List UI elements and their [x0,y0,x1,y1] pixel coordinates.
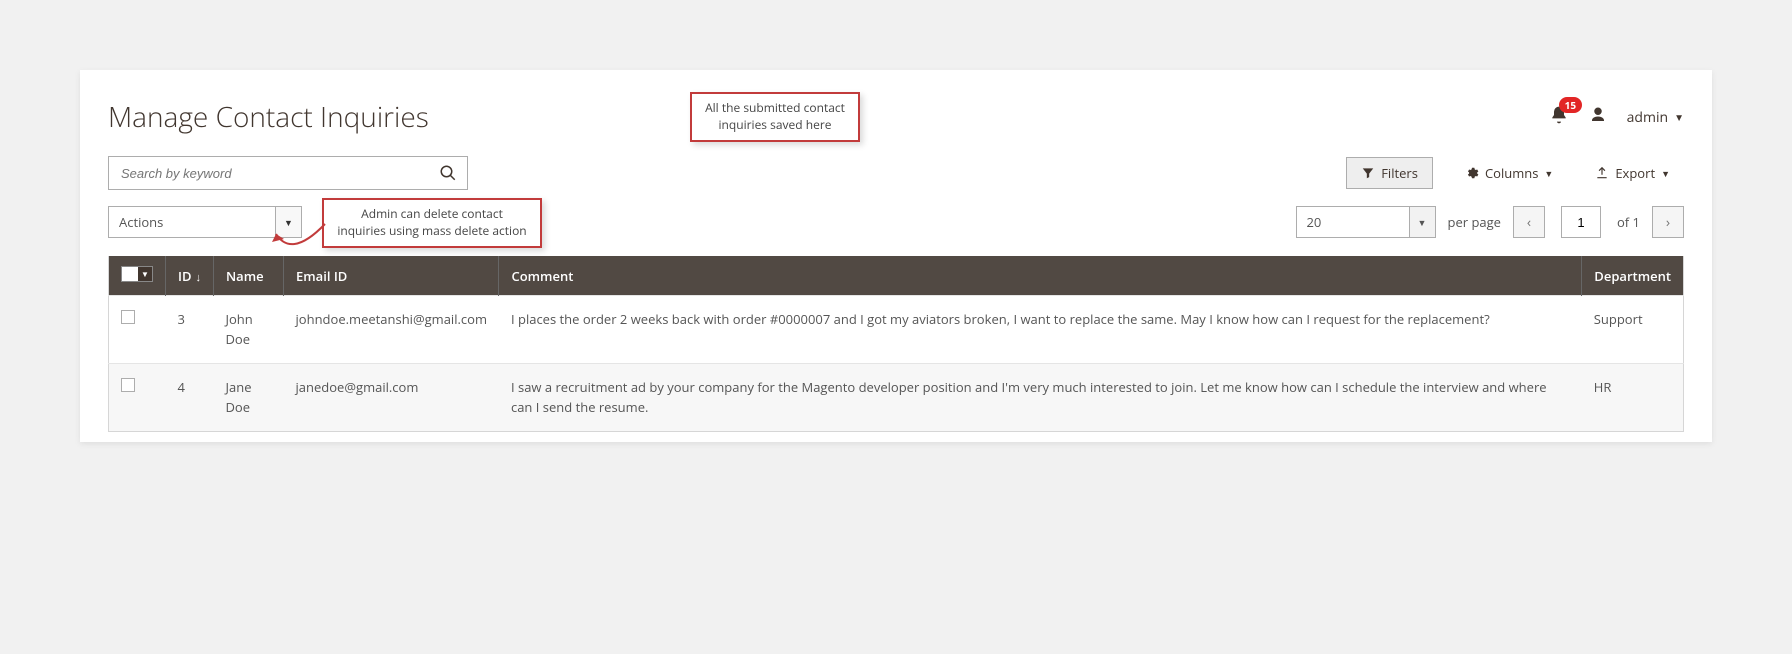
mass-actions-dropdown[interactable]: Actions ▼ [108,206,302,238]
callout-mass-delete: Admin can delete contact inquiries using… [322,198,542,248]
account-icon[interactable] [1589,106,1607,128]
cell-name: Jane Doe [214,364,284,432]
search-input-wrap[interactable] [108,156,468,190]
select-all-header[interactable]: ▼ [109,256,166,296]
gear-icon [1465,166,1479,180]
col-header-id[interactable]: ID↓ [166,256,214,296]
filters-button[interactable]: Filters [1346,157,1433,189]
grid-header-row: ▼ ID↓ Name Email ID Comment Department [109,256,1684,296]
callout-text: Admin can delete contact inquiries using… [336,206,528,240]
caret-down-icon: ▼ [1661,167,1670,180]
col-header-name[interactable]: Name [214,256,284,296]
caret-down-icon: ▼ [1409,207,1435,237]
caret-down-icon: ▼ [1544,167,1553,180]
per-page-value: 20 [1297,213,1409,231]
admin-user-dropdown[interactable]: admin ▼ [1627,108,1684,127]
col-header-email[interactable]: Email ID [284,256,499,296]
cell-comment: I saw a recruitment ad by your company f… [499,364,1582,432]
caret-down-icon: ▼ [138,267,152,281]
search-input[interactable] [119,165,439,182]
total-pages-label: of 1 [1617,213,1640,231]
cell-email: janedoe@gmail.com [284,364,499,432]
cell-id: 4 [166,364,214,432]
cell-department: Support [1582,296,1684,364]
export-button[interactable]: Export ▼ [1581,157,1684,189]
admin-username: admin [1627,108,1668,127]
row-checkbox[interactable] [121,378,135,392]
columns-button[interactable]: Columns ▼ [1451,157,1567,189]
cell-comment: I places the order 2 weeks back with ord… [499,296,1582,364]
col-header-comment[interactable]: Comment [499,256,1582,296]
pager: 20 ▼ per page ‹ of 1 › [1296,206,1685,238]
row-checkbox[interactable] [121,310,135,324]
notifications-button[interactable]: 15 [1549,105,1569,129]
notification-badge: 15 [1559,97,1582,113]
actions-label: Actions [109,213,275,231]
caret-down-icon: ▼ [275,207,301,237]
col-header-department[interactable]: Department [1582,256,1684,296]
funnel-icon [1361,166,1375,180]
page-header: Manage Contact Inquiries 15 admin ▼ [108,98,1684,136]
cell-department: HR [1582,364,1684,432]
table-row[interactable]: 3 John Doe johndoe.meetanshi@gmail.com I… [109,296,1684,364]
checkbox-icon [122,267,138,281]
search-icon[interactable] [439,164,457,182]
export-icon [1595,166,1609,180]
cell-id: 3 [166,296,214,364]
inquiries-grid: ▼ ID↓ Name Email ID Comment Department 3… [108,256,1684,432]
table-row[interactable]: 4 Jane Doe janedoe@gmail.com I saw a rec… [109,364,1684,432]
per-page-select[interactable]: 20 ▼ [1296,206,1436,238]
page-title: Manage Contact Inquiries [108,98,429,136]
cell-name: John Doe [214,296,284,364]
callout-saved-here: All the submitted contact inquiries save… [690,92,860,142]
sort-desc-icon: ↓ [196,270,202,285]
current-page-input[interactable] [1561,206,1601,238]
caret-down-icon: ▼ [1674,110,1684,124]
export-label: Export [1615,164,1655,182]
filters-label: Filters [1381,164,1418,182]
cell-email: johndoe.meetanshi@gmail.com [284,296,499,364]
admin-panel: All the submitted contact inquiries save… [80,70,1712,442]
columns-label: Columns [1485,164,1538,182]
next-page-button[interactable]: › [1652,206,1684,238]
prev-page-button[interactable]: ‹ [1513,206,1545,238]
per-page-label: per page [1448,213,1501,231]
